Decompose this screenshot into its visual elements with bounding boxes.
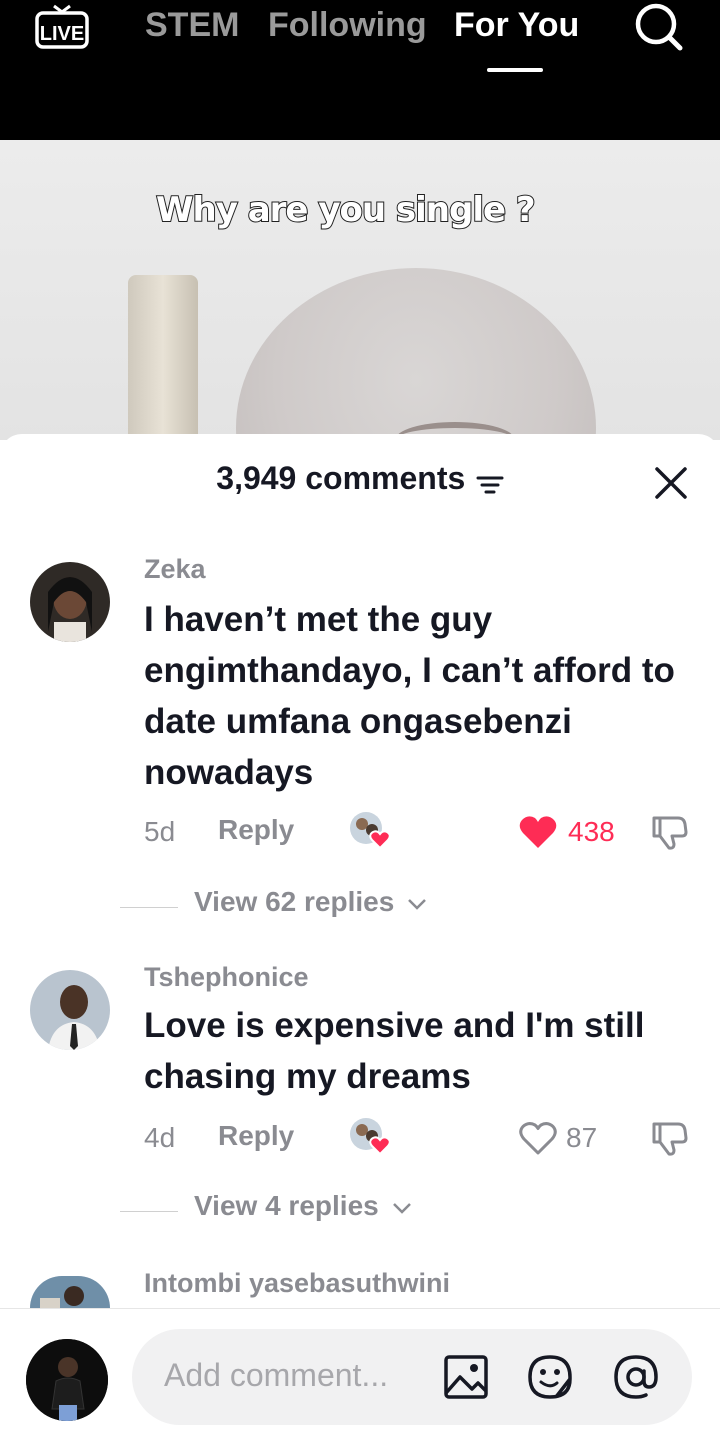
replies-divider [120, 1211, 178, 1212]
reply-button[interactable]: Reply [218, 1120, 294, 1152]
comment-username[interactable]: Zeka [144, 554, 206, 585]
comment-composer: Add comment... [0, 1308, 720, 1433]
comments-header: 3,949 comments [0, 460, 720, 497]
comment-username[interactable]: Tshephonice [144, 962, 309, 993]
live-label: LIVE [40, 23, 84, 45]
sort-icon[interactable] [476, 473, 504, 497]
comment-text: I haven’t met the guy engimthandayo, I c… [144, 600, 675, 792]
video-object [128, 275, 198, 440]
top-nav-bar: LIVE STEM Following For You [0, 0, 720, 140]
dislike-icon[interactable] [650, 1118, 690, 1158]
add-comment-placeholder: Add comment... [164, 1357, 389, 1393]
comment-age: 4d [144, 1122, 176, 1153]
replies-divider [120, 907, 178, 908]
avatar[interactable] [30, 970, 110, 1050]
like-count: 87 [566, 1122, 598, 1153]
my-avatar[interactable] [26, 1339, 108, 1421]
heart-outline-icon[interactable] [518, 1120, 558, 1156]
comment-text: Love is expensive and I'm still chasing … [144, 1006, 645, 1096]
image-icon[interactable] [442, 1353, 490, 1401]
video-person [236, 268, 596, 440]
emoji-icon[interactable] [526, 1353, 574, 1401]
search-icon[interactable] [632, 0, 686, 54]
comment-age: 5d [144, 816, 176, 847]
video-player[interactable]: Why are you single ? [0, 140, 720, 440]
like-count: 438 [568, 816, 615, 847]
tab-for-you[interactable]: For You [454, 6, 579, 45]
comments-sheet: 3,949 comments Zeka I haven’t met the gu… [0, 434, 720, 1432]
dislike-icon[interactable] [650, 812, 690, 852]
chevron-down-icon [392, 1203, 411, 1214]
creator-liked-icon [348, 1116, 392, 1156]
comment-count: 3,949 comments [216, 460, 466, 496]
heart-filled-icon[interactable] [518, 814, 558, 850]
active-tab-indicator [487, 68, 543, 72]
tab-stem[interactable]: STEM [145, 6, 239, 45]
avatar[interactable] [30, 1276, 110, 1308]
close-icon[interactable] [652, 464, 690, 502]
avatar[interactable] [30, 562, 110, 642]
view-replies-label[interactable]: View 4 replies [194, 1190, 413, 1222]
add-comment-input[interactable]: Add comment... [132, 1329, 692, 1425]
reply-button[interactable]: Reply [218, 814, 294, 846]
creator-liked-icon [348, 810, 392, 850]
mention-icon[interactable] [612, 1353, 660, 1401]
comment-username[interactable]: Intombi yasebasuthwini [144, 1268, 450, 1299]
chevron-down-icon [408, 899, 426, 910]
live-icon[interactable]: LIVE [34, 4, 90, 52]
video-caption: Why are you single ? [155, 189, 537, 231]
tab-following[interactable]: Following [268, 6, 427, 45]
view-replies-label[interactable]: View 62 replies [194, 886, 428, 918]
